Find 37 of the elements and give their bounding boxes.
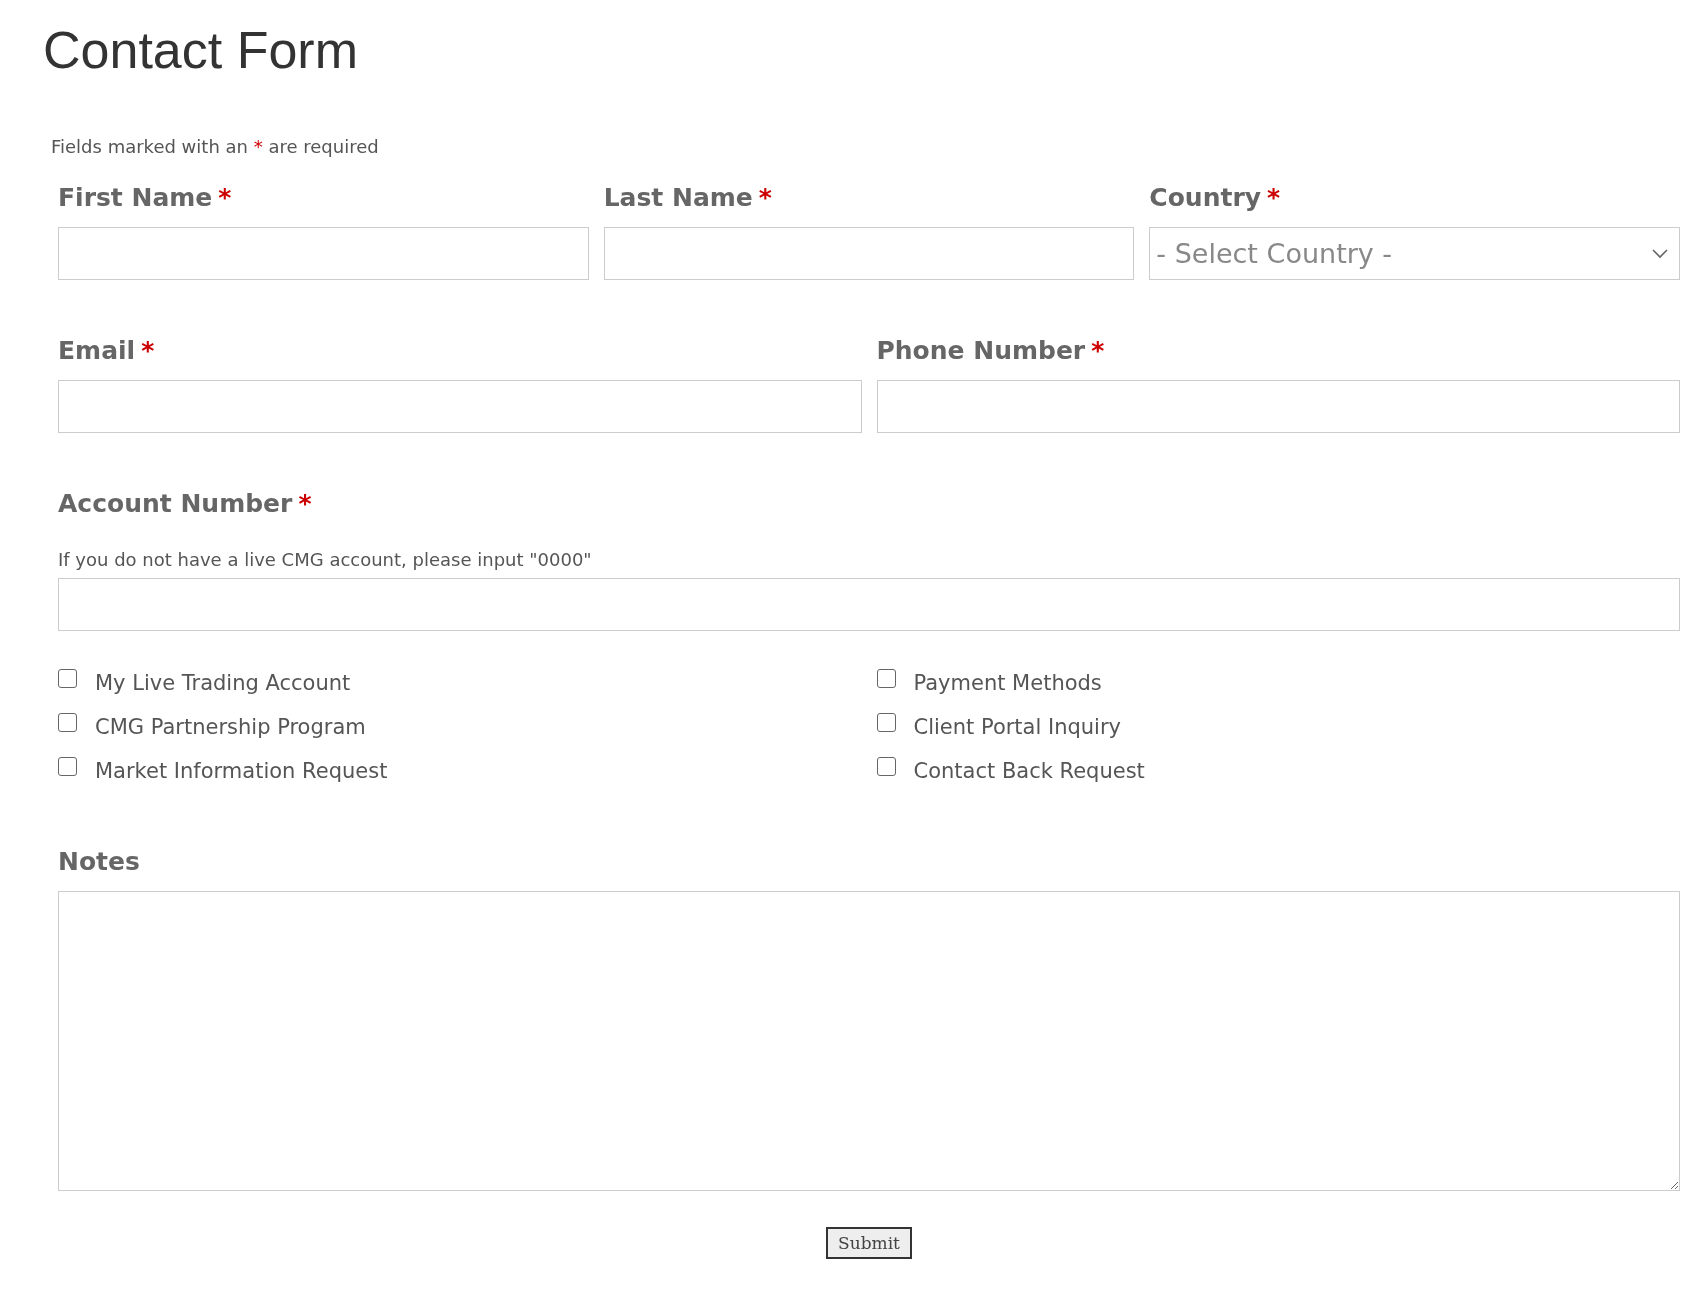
field-label: First Name *: [58, 181, 233, 214]
page-title: Contact Form: [43, 20, 359, 80]
field-label: Last Name *: [603, 181, 773, 214]
submit-button[interactable]: Submit: [826, 1227, 912, 1259]
required-mark: *: [1091, 335, 1105, 365]
field-label: Country *: [1149, 181, 1282, 214]
required-mark: *: [218, 182, 232, 212]
field-label: Email *: [58, 334, 156, 367]
checkbox[interactable]: [876, 668, 896, 688]
checkbox[interactable]: [876, 756, 896, 776]
field-label: Phone Number *: [876, 334, 1106, 367]
chevron-down-icon: [1651, 247, 1669, 260]
input-field[interactable]: [58, 380, 862, 433]
checkbox[interactable]: [58, 668, 77, 688]
input-field[interactable]: [58, 227, 589, 280]
required-note: Fields marked with an * are required: [51, 136, 380, 157]
checkbox-option[interactable]: My Live Trading Account: [58, 671, 862, 695]
checkbox-option[interactable]: Payment Methods: [876, 671, 1680, 695]
checkbox-option[interactable]: CMG Partnership Program: [58, 715, 862, 739]
checkbox-option[interactable]: Market Information Request: [58, 759, 862, 783]
checkbox[interactable]: [876, 712, 896, 732]
required-mark: *: [141, 335, 155, 365]
notes-label: Notes: [58, 845, 141, 878]
required-mark: *: [1267, 182, 1281, 212]
input-field[interactable]: [603, 227, 1135, 280]
country-select[interactable]: - Select Country -: [1149, 227, 1680, 280]
input-field[interactable]: [58, 578, 1680, 631]
input-field[interactable]: [876, 380, 1680, 433]
required-mark: *: [758, 182, 772, 212]
checkbox[interactable]: [58, 756, 77, 776]
required-mark: *: [298, 488, 312, 518]
checkbox[interactable]: [58, 712, 77, 732]
checkbox-option[interactable]: Contact Back Request: [876, 759, 1680, 783]
field-label: Account Number *: [58, 487, 313, 520]
checkbox-option[interactable]: Client Portal Inquiry: [876, 715, 1680, 739]
hint-text: If you do not have a live CMG account, please input "0000": [58, 549, 593, 570]
notes-field[interactable]: [58, 891, 1680, 1191]
